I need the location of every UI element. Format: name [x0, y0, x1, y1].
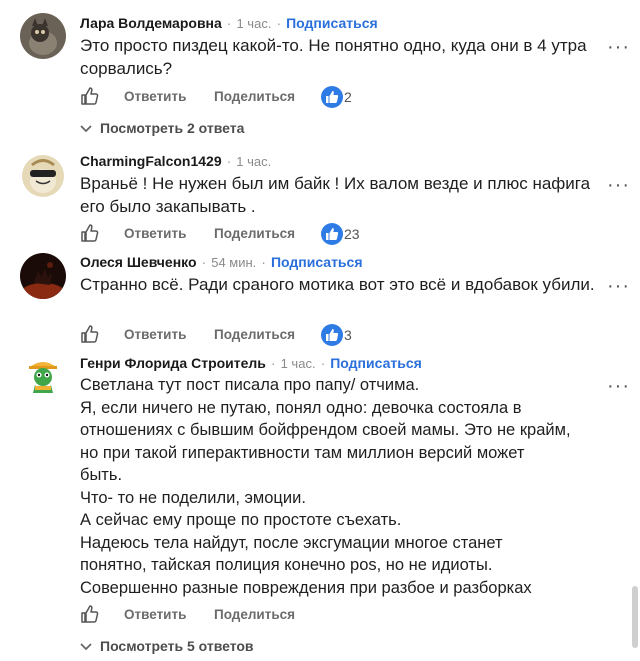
more-icon[interactable]: ··· — [607, 36, 630, 59]
avatar[interactable] — [20, 253, 66, 299]
comment-actions: Ответить Поделиться 3 — [80, 324, 380, 346]
avatar[interactable] — [20, 153, 66, 199]
separator: · — [201, 254, 207, 270]
subscribe-link[interactable]: Подписаться — [286, 15, 378, 31]
comment-text-line: Надеюсь тела найдут, после эксгумации мн… — [80, 533, 503, 552]
comment-text-line: Совершенно разные повреждения при разбое… — [80, 578, 532, 597]
view-replies-button[interactable]: Посмотреть 2 ответа — [80, 120, 244, 136]
separator: · — [276, 15, 282, 31]
thumbs-up-reaction-icon[interactable] — [321, 86, 343, 108]
comment-header: Олеся Шевченко · 54 мин. · Подписаться — [80, 254, 363, 270]
reaction-count: 23 — [344, 226, 360, 242]
comment-text-line: быть. — [80, 466, 123, 484]
reaction-count: 2 — [344, 89, 352, 105]
author-name[interactable]: Генри Флорида Строитель — [80, 355, 266, 371]
like-icon[interactable] — [80, 324, 100, 344]
comment-time: 1 час. — [236, 16, 272, 31]
comment-text-line: Что- то не поделили, эмоции. — [80, 488, 306, 507]
comment-text-line: понятно, тайская полиция конечно pos, но… — [80, 556, 493, 574]
share-button[interactable]: Поделиться — [214, 226, 295, 241]
comment-text-line: но при такой гиперактивности там миллион… — [80, 443, 525, 462]
like-icon[interactable] — [80, 86, 100, 106]
comment-actions: Ответить Поделиться 23 — [80, 223, 380, 245]
separator: · — [320, 355, 326, 371]
comment-time: 54 мин. — [211, 255, 257, 270]
separator: · — [226, 153, 232, 169]
reply-button[interactable]: Ответить — [124, 89, 186, 104]
comment-text-line: Светлана тут пост писала про папу/ отчим… — [80, 376, 420, 394]
author-name[interactable]: Олеся Шевченко — [80, 254, 197, 270]
comment-text: Враньё ! Не нужен был им байк ! Их валом… — [80, 174, 591, 216]
chevron-down-icon — [80, 638, 92, 654]
thumbs-up-reaction-icon[interactable] — [321, 223, 343, 245]
reaction-count: 3 — [344, 327, 352, 343]
author-name[interactable]: Лара Волдемаровна — [80, 15, 222, 31]
comment-header: Лара Волдемаровна · 1 час. · Подписаться — [80, 15, 378, 31]
view-replies-label: Посмотреть 2 ответа — [100, 120, 245, 136]
reply-button[interactable]: Ответить — [124, 607, 186, 622]
separator: · — [270, 355, 276, 371]
view-replies-label: Посмотреть 5 ответов — [100, 638, 254, 654]
like-icon[interactable] — [80, 223, 100, 243]
comment-text: Странно всё. Ради сраного мотика вот это… — [80, 275, 595, 294]
share-button[interactable]: Поделиться — [214, 607, 295, 622]
share-button[interactable]: Поделиться — [214, 89, 295, 104]
comment-time: 1 час. — [236, 154, 272, 169]
reply-button[interactable]: Ответить — [124, 226, 186, 241]
comment-header: Генри Флорида Строитель · 1 час. · Подписать… — [80, 355, 422, 371]
comment-header: CharmingFalcon1429 · 1 час. — [80, 153, 271, 169]
reply-button[interactable]: Ответить — [124, 327, 186, 342]
comment-actions: Ответить Поделиться — [80, 604, 380, 626]
comment-text-line: А сейчас ему проще по простоте съехать. — [80, 511, 402, 529]
comment-actions: Ответить Поделиться 2 — [80, 86, 380, 108]
chevron-down-icon — [80, 120, 92, 136]
comment-time: 1 час. — [280, 356, 316, 371]
like-icon[interactable] — [80, 604, 100, 624]
comment-text-line: Я, если ничего не путаю, понял одно: дев… — [80, 398, 522, 417]
more-icon[interactable]: ··· — [607, 275, 630, 298]
more-icon[interactable]: ··· — [607, 174, 630, 197]
avatar[interactable] — [20, 353, 66, 399]
view-replies-button[interactable]: Посмотреть 5 ответов — [80, 638, 254, 654]
subscribe-link[interactable]: Подписаться — [330, 355, 422, 371]
more-icon[interactable]: ··· — [607, 375, 630, 398]
comment-text-line: отношениях с бывшим бойфрендом своей мам… — [80, 421, 571, 439]
comment-text: Светлана тут пост писала про папу/ отчим… — [80, 374, 625, 599]
share-button[interactable]: Поделиться — [214, 327, 295, 342]
scrollbar[interactable] — [632, 586, 638, 648]
avatar[interactable] — [20, 13, 66, 59]
author-name[interactable]: CharmingFalcon1429 — [80, 153, 222, 169]
thumbs-up-reaction-icon[interactable] — [321, 324, 343, 346]
separator: · — [261, 254, 266, 270]
comment-text: Это просто пиздец какой-то. Не понятно о… — [80, 36, 587, 78]
separator: · — [226, 15, 232, 31]
subscribe-link[interactable]: Подписаться — [271, 254, 363, 270]
